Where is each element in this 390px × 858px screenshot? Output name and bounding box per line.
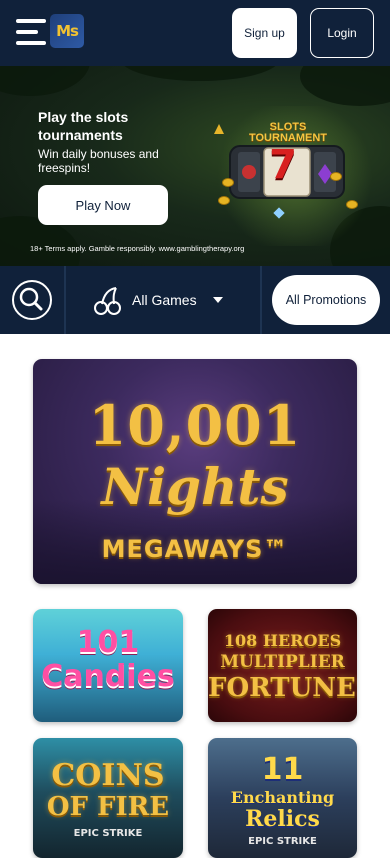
game-tile-coins-of-fire[interactable]: COINS OF FIRE EPIC STRIKE [33, 738, 183, 858]
game-title-line3: EPIC STRIKE [73, 828, 143, 839]
search-icon [19, 287, 43, 311]
game-title-line4: EPIC STRIKE [248, 836, 317, 847]
game-title-line1: 10,001 [88, 393, 302, 457]
chevron-down-icon [212, 297, 223, 303]
all-promotions-button[interactable]: All Promotions [272, 275, 380, 325]
filter-bar: All Games All Promotions [0, 266, 390, 334]
game-title-line2: Enchanting [230, 788, 335, 807]
cherries-icon [94, 287, 121, 315]
game-title-line2: OF FIRE [46, 792, 170, 822]
bell-icon [214, 124, 224, 134]
banner-title: Play the slots tournaments [38, 109, 129, 143]
divider [64, 266, 66, 334]
banner-subtitle: Win daily bonuses and freespins! [38, 147, 159, 175]
play-now-button[interactable]: Play Now [38, 185, 168, 225]
logo-text: Ms [56, 22, 79, 40]
search-button[interactable] [12, 280, 52, 320]
signup-button[interactable]: Sign up [232, 8, 297, 58]
coin-icon [346, 200, 358, 209]
game-title-line2: Candies [41, 659, 175, 694]
game-title-line2: Nights [101, 457, 289, 516]
site-logo[interactable]: Ms [50, 14, 84, 48]
game-tile-101-candies[interactable]: 101 Candies [33, 609, 183, 722]
game-title-line1: 11 [261, 752, 304, 787]
hamburger-menu-icon[interactable] [16, 19, 48, 45]
coin-icon [222, 178, 234, 187]
login-button[interactable]: Login [310, 8, 374, 58]
games-grid: 10,001 Nights MEGAWAYS™ 101 Candies 108 … [0, 334, 390, 858]
divider [260, 266, 262, 334]
game-title-line2: MULTIPLIER [220, 652, 345, 672]
coin-icon [218, 196, 230, 205]
category-label: All Games [132, 292, 197, 308]
game-tile-10001-nights[interactable]: 10,001 Nights MEGAWAYS™ [33, 359, 357, 584]
banner-terms: 18+ Terms apply. Gamble responsibly. www… [30, 244, 245, 253]
coin-icon [330, 172, 342, 181]
promo-banner[interactable]: Play the slots tournaments Win daily bon… [0, 66, 390, 266]
game-tile-11-enchanting-relics[interactable]: 11 Enchanting Relics EPIC STRIKE [208, 738, 357, 858]
category-dropdown[interactable]: All Games [92, 284, 232, 316]
game-title-line1: 101 [76, 625, 140, 660]
game-title-line1: COINS [51, 758, 165, 793]
game-title-line3: FORTUNES [208, 673, 357, 703]
game-title-line3: Relics [245, 806, 320, 832]
top-header: Ms Sign up Login [0, 0, 390, 66]
game-title-line1: 108 HEROES [223, 631, 342, 650]
machine-symbol: 7 [269, 142, 297, 188]
game-title-line3: MEGAWAYS™ [101, 535, 289, 563]
game-tile-108-heroes[interactable]: 108 HEROES MULTIPLIER FORTUNES [208, 609, 357, 722]
